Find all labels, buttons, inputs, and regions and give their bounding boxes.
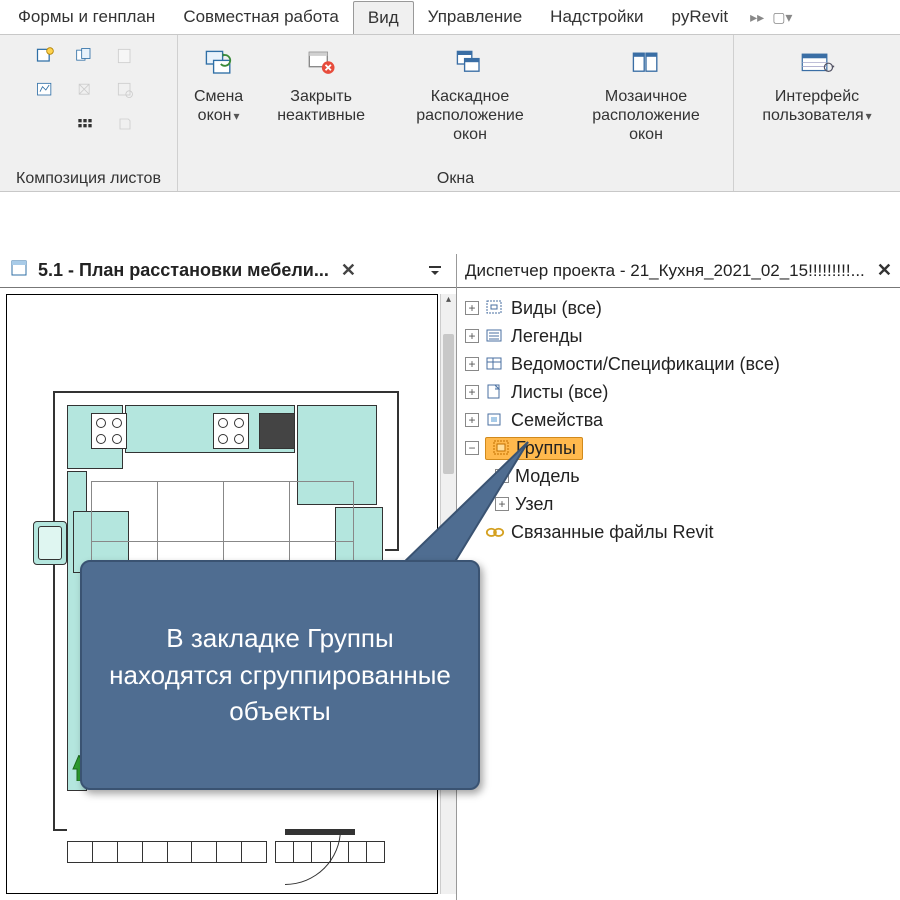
tab-forms-siteplan[interactable]: Формы и генплан <box>4 1 169 33</box>
cascade-icon <box>451 45 489 83</box>
ui-label: Интерфейс пользователя▾ <box>762 87 871 125</box>
tab-view[interactable]: Вид <box>353 1 414 34</box>
floorplan-icon <box>10 258 30 283</box>
tree-item-legends[interactable]: + Легенды <box>461 322 896 350</box>
panel-title-sheet-composition: Композиция листов <box>16 167 161 189</box>
tab-addins[interactable]: Надстройки <box>536 1 657 33</box>
collapse-toggle[interactable]: − <box>465 441 479 455</box>
cascade-label: Каскадное расположение окон <box>399 87 541 145</box>
tile-icon <box>627 45 665 83</box>
close-view-tab[interactable]: ✕ <box>341 260 356 281</box>
tree-label: Ведомости/Спецификации (все) <box>511 354 780 375</box>
tree-item-revit-links[interactable]: Связанные файлы Revit <box>461 518 896 546</box>
tree-label: Группы <box>516 438 576 459</box>
sheet-button-3 <box>112 43 138 69</box>
groups-icon <box>492 439 512 457</box>
new-sheet-button[interactable] <box>32 43 58 69</box>
legends-icon <box>485 327 505 345</box>
expand-toggle[interactable]: + <box>465 413 479 427</box>
ribbon-overflow[interactable]: ▸▸ ▢▾ <box>750 9 792 26</box>
tree-item-groups[interactable]: − Группы <box>461 434 896 462</box>
switch-windows-label: Смена окон▾ <box>194 87 243 125</box>
tree-label: Семейства <box>511 410 603 431</box>
expand-toggle[interactable]: + <box>465 357 479 371</box>
view-ref-button <box>112 111 138 137</box>
tab-pyrevit[interactable]: pyRevit <box>657 1 742 33</box>
tab-collaborate[interactable]: Совместная работа <box>169 1 353 33</box>
tree-label: Листы (все) <box>511 382 608 403</box>
schedules-icon <box>485 355 505 373</box>
view-tab-options[interactable] <box>424 260 446 282</box>
tile-windows-button[interactable]: Мозаичное расположение окон <box>569 41 723 145</box>
annotation-callout: В закладке Группы находятся сгруппирован… <box>80 560 480 790</box>
close-browser-button[interactable]: ✕ <box>877 260 892 281</box>
tile-label: Мозаичное расположение окон <box>575 87 717 145</box>
tree-label: Виды (все) <box>511 298 602 319</box>
panel-title-windows: Окна <box>437 167 474 189</box>
close-inactive-icon <box>302 45 340 83</box>
sheet-button-7 <box>32 111 58 137</box>
tree-item-families[interactable]: + Семейства <box>461 406 896 434</box>
view-tab-title: 5.1 - План расстановки мебели... <box>38 260 329 281</box>
ribbon-panel-windows: Смена окон▾ Закрыть неактивные Каскадное… <box>178 35 734 191</box>
overflow-icon: ▸▸ <box>750 9 764 26</box>
tree-item-schedules[interactable]: + Ведомости/Спецификации (все) <box>461 350 896 378</box>
ui-icon <box>798 45 836 83</box>
ribbon-panel-sheet-composition: Композиция листов <box>0 35 178 191</box>
matchline-button[interactable] <box>72 111 98 137</box>
tree-item-detail-groups[interactable]: + Узел <box>461 490 896 518</box>
expand-toggle[interactable]: + <box>495 469 509 483</box>
panel-title-ui-empty <box>815 167 819 189</box>
scroll-up-icon[interactable]: ▴ <box>441 294 456 310</box>
title-block-button[interactable] <box>32 77 58 103</box>
switch-windows-button[interactable]: Смена окон▾ <box>188 41 249 125</box>
expand-toggle[interactable]: + <box>465 385 479 399</box>
user-interface-button[interactable]: Интерфейс пользователя▾ <box>756 41 877 125</box>
links-icon <box>485 523 505 541</box>
cascade-windows-button[interactable]: Каскадное расположение окон <box>393 41 547 145</box>
ribbon-panel-ui: Интерфейс пользователя▾ <box>734 35 900 191</box>
expand-toggle[interactable]: + <box>465 329 479 343</box>
duplicate-sheet-button[interactable] <box>72 43 98 69</box>
project-browser-header: Диспетчер проекта - 21_Кухня_2021_02_15!… <box>457 254 900 288</box>
guide-grid-button <box>112 77 138 103</box>
revision-button <box>72 77 98 103</box>
callout-text: В закладке Группы находятся сгруппирован… <box>102 620 458 729</box>
view-tab[interactable]: 5.1 - План расстановки мебели... ✕ <box>0 258 366 283</box>
sheet-buttons-grid <box>32 43 146 139</box>
tree-item-model-groups[interactable]: + Модель <box>461 462 896 490</box>
families-icon <box>485 411 505 429</box>
views-icon <box>485 299 505 317</box>
tree-item-sheets[interactable]: + Листы (все) <box>461 378 896 406</box>
view-tab-bar: 5.1 - План расстановки мебели... ✕ <box>0 254 456 288</box>
ribbon-tabs: Формы и генплан Совместная работа Вид Уп… <box>0 0 900 34</box>
tab-manage[interactable]: Управление <box>414 1 537 33</box>
switch-windows-icon <box>200 45 238 83</box>
tree-label: Легенды <box>511 326 582 347</box>
sheets-icon <box>485 383 505 401</box>
project-browser-tree: + Виды (все) + Легенды + Ведомости/Специ… <box>457 288 900 552</box>
scroll-thumb[interactable] <box>443 334 454 474</box>
expand-toggle[interactable]: + <box>495 497 509 511</box>
ribbon-minimize-icon[interactable]: ▢▾ <box>772 9 792 26</box>
tree-label: Узел <box>515 494 553 515</box>
ribbon: Композиция листов Смена окон▾ Закрыть не… <box>0 34 900 192</box>
project-browser-panel: Диспетчер проекта - 21_Кухня_2021_02_15!… <box>456 254 900 900</box>
close-inactive-button[interactable]: Закрыть неактивные <box>271 41 371 125</box>
tree-label: Модель <box>515 466 580 487</box>
tree-item-views[interactable]: + Виды (все) <box>461 294 896 322</box>
project-browser-title: Диспетчер проекта - 21_Кухня_2021_02_15!… <box>465 261 865 281</box>
tree-label: Связанные файлы Revit <box>511 522 714 543</box>
expand-toggle[interactable]: + <box>465 301 479 315</box>
close-inactive-label: Закрыть неактивные <box>277 87 365 125</box>
